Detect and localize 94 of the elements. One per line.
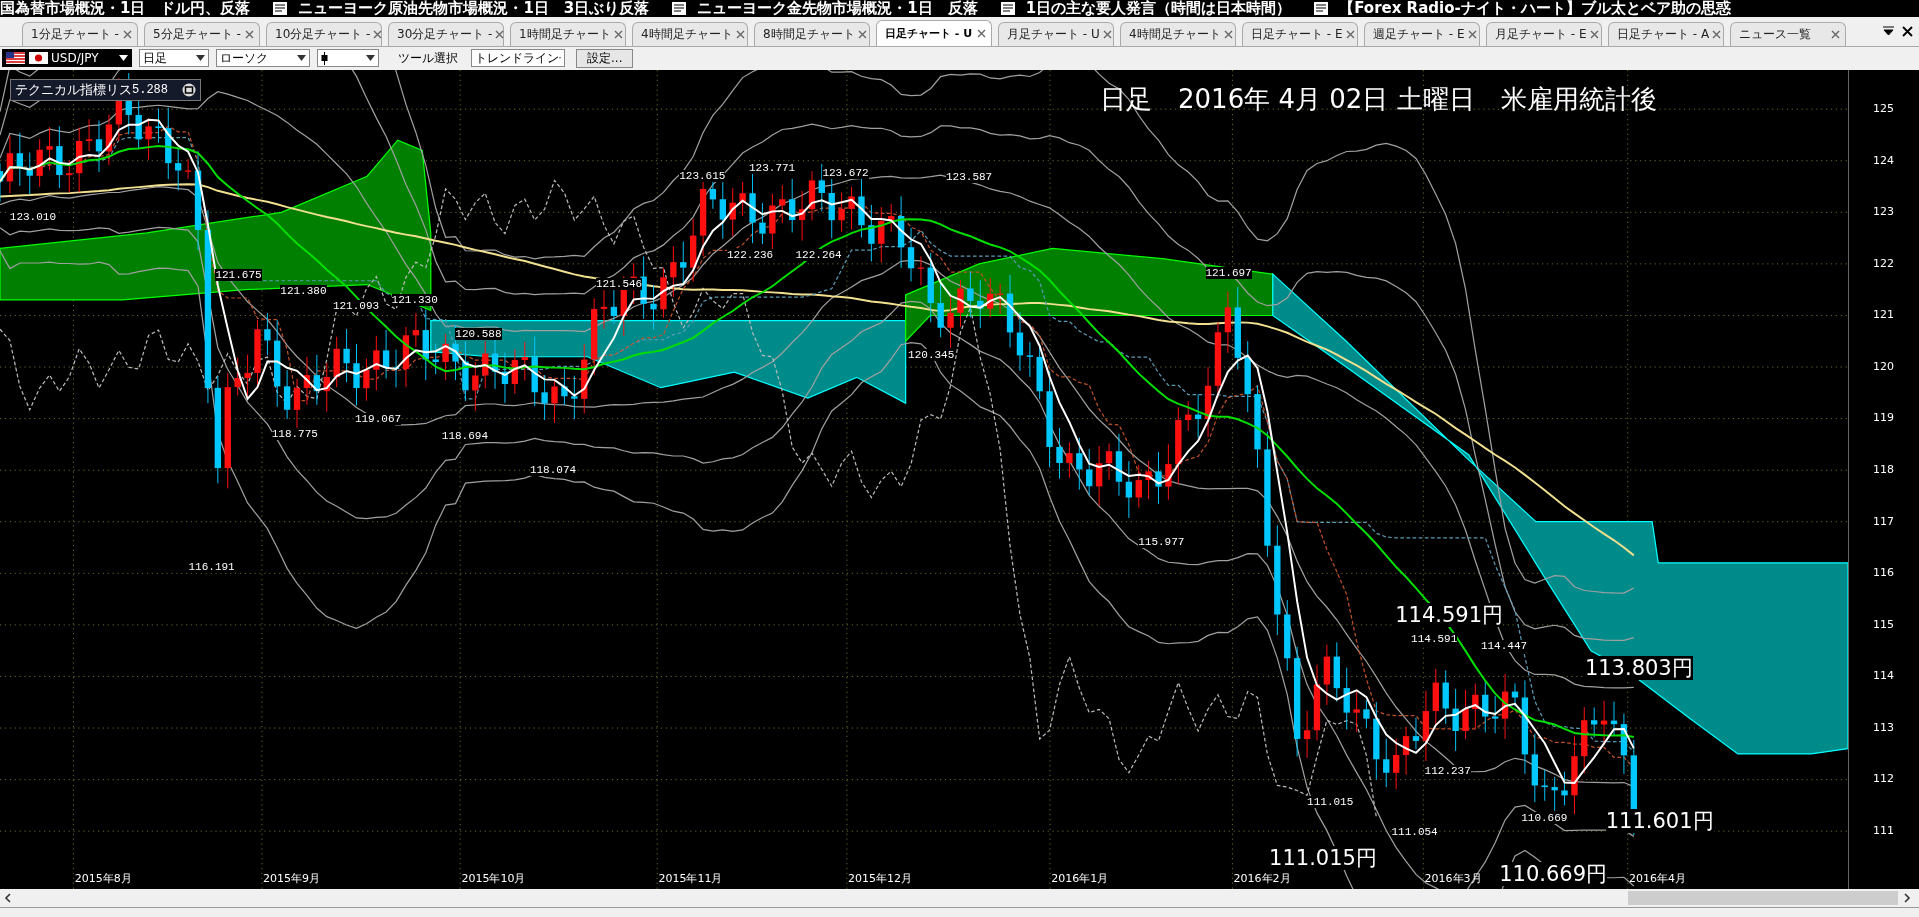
chart-tab[interactable]: 週足チャート - E	[1364, 21, 1480, 46]
document-icon	[272, 1, 289, 16]
price-axis-label: 119	[1873, 412, 1894, 425]
flag-icon	[6, 52, 48, 65]
price-axis-label: 125	[1873, 103, 1894, 116]
price-label: 121.675	[215, 269, 262, 282]
price-label: 123.615	[679, 170, 726, 183]
chart-tab[interactable]: 月足チャート - E	[1486, 21, 1602, 46]
news-headline[interactable]: ニューヨーク金先物市場概況・1日 反落	[697, 0, 978, 17]
date-axis-label: 2015年12月	[848, 872, 913, 885]
chart-tab[interactable]: 4時間足チャート	[632, 21, 748, 46]
settings-button[interactable]: 設定...	[576, 48, 634, 68]
price-axis-label: 113	[1873, 721, 1894, 734]
date-axis-label: 2016年1月	[1051, 872, 1109, 885]
price-axis-label: 123	[1873, 206, 1894, 219]
price-callout-label: 111.015円	[1269, 845, 1377, 870]
candle-style-dropdown[interactable]	[317, 49, 379, 68]
price-label: 121.546	[596, 277, 643, 290]
timeframe-dropdown[interactable]: 日足	[139, 49, 209, 68]
chart-type-dropdown[interactable]: ローソク	[216, 49, 310, 68]
price-axis-label: 112	[1873, 773, 1894, 786]
price-axis-label: 121	[1873, 309, 1894, 322]
price-axis-label: 122	[1873, 257, 1894, 270]
chart-tab[interactable]: 1時間足チャート	[510, 21, 626, 46]
price-label: 114.591	[1411, 632, 1458, 645]
price-callout-label: 110.669円	[1499, 861, 1608, 886]
price-label: 118.074	[529, 463, 577, 476]
price-label: 122.236	[727, 248, 774, 261]
chart-tab[interactable]: 日足チャート - E	[1242, 21, 1358, 46]
price-label: 123.771	[749, 161, 796, 174]
price-axis-label: 114	[1873, 670, 1894, 683]
document-icon	[671, 1, 688, 16]
price-label: 121.093	[332, 299, 380, 312]
chart-tab[interactable]: 8時間足チャート	[754, 21, 870, 46]
chart-tab[interactable]: 1分足チャート -	[22, 21, 138, 46]
candlestick-icon	[321, 51, 328, 65]
news-headline[interactable]: 国為替市場概況・1日 ドル円、反落	[0, 0, 251, 17]
date-axis-label: 2016年2月	[1233, 872, 1291, 885]
price-label: 110.669	[1521, 811, 1568, 824]
date-axis-label: 2015年11月	[658, 872, 723, 885]
price-label: 118.775	[271, 428, 318, 441]
price-axis-label: 115	[1873, 618, 1894, 631]
tool-select-label: ツール選択	[398, 49, 458, 67]
dropdown-icon[interactable]	[1883, 26, 1894, 37]
price-label: 114.447	[1480, 640, 1528, 653]
indicator-list-panel[interactable]: テクニカル指標リス 5.288	[10, 78, 201, 101]
price-label: 123.010	[9, 210, 56, 223]
price-axis-label: 120	[1873, 360, 1894, 373]
price-label: 5.288	[132, 82, 168, 97]
chart-tab[interactable]: 日足チャート - U	[876, 19, 992, 46]
price-axis-label: 111	[1873, 825, 1894, 838]
chart-tab[interactable]: ニュース一覧	[1730, 21, 1846, 46]
news-headline[interactable]: 1日の主な要人発言（時間は日本時間）	[1025, 0, 1292, 17]
price-label: 122.264	[795, 248, 842, 261]
price-label: 123.672	[822, 166, 869, 179]
indicator-list-label: テクニカル指標リス	[15, 80, 132, 99]
price-axis-label: 118	[1873, 464, 1894, 477]
price-label: 111.015	[1307, 795, 1354, 808]
news-headline[interactable]: 【Forex Radio-ナイト・ハート】ブル太とベア助の思惑	[1339, 0, 1731, 17]
price-label: 120.588	[455, 328, 502, 341]
chart-title: 日足 2016年 4月 02日 土曜日 米雇用統計後	[1100, 83, 1657, 114]
price-callout-label: 111.601円	[1605, 809, 1714, 834]
date-axis-label: 2016年4月	[1628, 872, 1686, 885]
date-axis-label: 2015年9月	[263, 872, 321, 885]
chart-tab[interactable]: 5分足チャート -	[144, 21, 260, 46]
chart-tab[interactable]: 10分足チャート -	[266, 21, 382, 46]
date-axis-label: 2015年8月	[74, 872, 132, 885]
price-label: 120.345	[908, 348, 955, 361]
close-icon[interactable]	[1902, 25, 1913, 37]
chart-tab[interactable]: 30分足チャート -	[388, 21, 504, 46]
chart-tab[interactable]: 月足チャート - U	[998, 21, 1114, 46]
price-label: 119.067	[354, 412, 402, 425]
price-axis-label: 117	[1873, 515, 1894, 528]
price-label: 121.697	[1205, 266, 1252, 279]
scrollbar-thumb[interactable]	[1628, 891, 1898, 905]
date-axis-label: 2015年10月	[461, 872, 526, 885]
price-label: 123.587	[946, 171, 993, 184]
price-axis-label: 124	[1873, 154, 1894, 167]
drawing-tool-dropdown[interactable]: トレンドライン	[471, 49, 565, 68]
date-axis-label: 2016年3月	[1424, 872, 1482, 885]
price-label: 116.191	[188, 560, 235, 573]
price-label: 115.977	[1138, 536, 1185, 549]
document-icon	[1313, 1, 1330, 16]
symbol-dropdown[interactable]: USD/JPY	[2, 49, 132, 68]
maximize-icon[interactable]	[182, 82, 196, 97]
chart-tab[interactable]: 4時間足チャート	[1120, 21, 1236, 46]
chart-tab[interactable]: 日足チャート - A	[1608, 21, 1724, 46]
price-axis-label: 116	[1873, 567, 1894, 580]
document-icon	[999, 1, 1016, 16]
news-headline[interactable]: ニューヨーク原油先物市場概況・1日 3日ぶり反落	[298, 0, 650, 17]
price-label: 118.694	[441, 429, 488, 442]
price-callout-label: 114.591円	[1395, 603, 1504, 628]
price-callout-label: 113.803円	[1584, 656, 1693, 681]
price-label: 112.237	[1424, 764, 1471, 777]
